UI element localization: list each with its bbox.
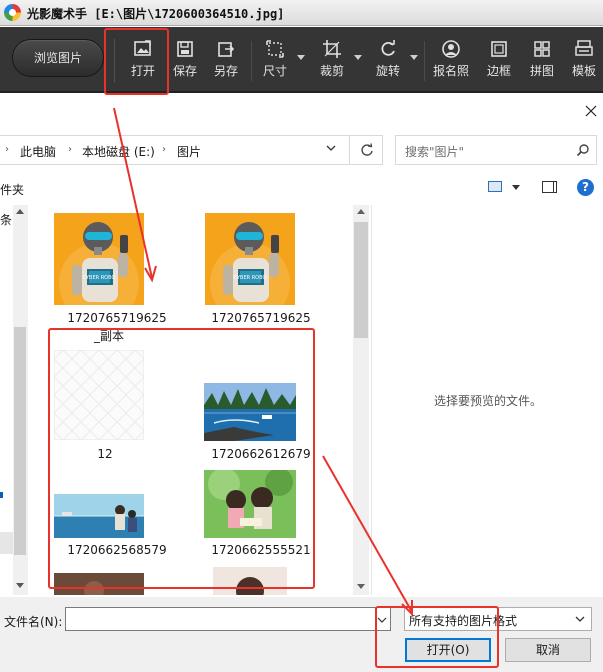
toolbar-divider (251, 41, 252, 81)
chevron-down-icon[interactable] (297, 55, 305, 60)
app-toolbar: 浏览图片 打开 保存 另存 尺寸 裁剪 旋转 报名照 边框 拼图 模板 (0, 27, 603, 93)
resize-label: 尺寸 (262, 64, 287, 78)
save-icon (177, 41, 193, 57)
frame-button[interactable]: 边框 (482, 35, 516, 85)
chevron-down-icon[interactable] (512, 185, 520, 190)
filename-input[interactable] (65, 607, 375, 631)
scroll-up-icon[interactable] (16, 209, 24, 214)
close-icon[interactable] (583, 103, 599, 119)
file-item[interactable]: CYBER ROBO 1720765719625 _副本 (52, 213, 182, 343)
collage-icon (534, 41, 550, 57)
help-icon[interactable]: ? (577, 179, 594, 196)
refresh-icon (361, 143, 373, 156)
toolbar-divider (424, 41, 425, 81)
frame-icon (491, 41, 507, 57)
id-photo-button[interactable]: 报名照 (431, 35, 471, 85)
save-button[interactable]: 保存 (168, 35, 202, 85)
preview-pane: 选择要预览的文件。 (371, 205, 603, 595)
preview-hint: 选择要预览的文件。 (433, 394, 542, 408)
chevron-right-icon: › (5, 144, 9, 155)
resize-button[interactable]: 尺寸 (258, 35, 305, 85)
search-icon (576, 144, 589, 157)
chevron-down-icon[interactable] (354, 55, 362, 60)
file-name: 1720765719625 (67, 311, 167, 325)
annotation-highlight-open-button (375, 606, 499, 668)
nav-item-fragment[interactable]: 条 (0, 211, 12, 228)
view-mode-icon[interactable] (488, 181, 502, 192)
chevron-down-icon[interactable] (410, 55, 418, 60)
template-icon (575, 40, 593, 56)
resize-icon (266, 40, 284, 58)
nav-selection-marker (0, 492, 3, 498)
robot-thumbnail-copy: CYBER ROBO (54, 213, 144, 305)
file-name: 1720765719625 (211, 311, 311, 325)
chevron-down-icon[interactable] (325, 142, 337, 154)
svg-text:CYBER ROBO: CYBER ROBO (234, 275, 267, 281)
app-logo-icon (4, 4, 21, 21)
annotation-highlight-open (104, 28, 169, 95)
breadcrumb-pictures[interactable]: 图片 (177, 143, 201, 160)
address-bar[interactable]: › 此电脑 › 本地磁盘 (E:) › 图片 (0, 135, 383, 165)
preview-pane-icon[interactable] (542, 181, 557, 193)
search-placeholder: 搜索"图片" (405, 145, 465, 159)
new-folder-button[interactable]: 件夹 (0, 181, 24, 198)
filename-label: 文件名(N): (4, 615, 63, 629)
id-photo-label: 报名照 (432, 64, 469, 78)
template-label: 模板 (571, 64, 596, 78)
scroll-down-icon[interactable] (357, 584, 365, 589)
collage-label: 拼图 (529, 64, 554, 78)
crop-button[interactable]: 裁剪 (315, 35, 362, 85)
file-list-scrollbar-thumb[interactable] (354, 222, 368, 338)
cancel-button[interactable]: 取消 (505, 638, 591, 662)
collage-button[interactable]: 拼图 (525, 35, 559, 85)
crop-icon (323, 40, 341, 58)
breadcrumb-this-pc[interactable]: 此电脑 (20, 143, 56, 160)
template-button[interactable]: 模板 (567, 35, 601, 85)
file-item[interactable]: CYBER ROBO 1720765719625 (186, 213, 316, 333)
nav-scrollbar-thumb[interactable] (14, 327, 26, 555)
browse-images-button[interactable]: 浏览图片 (12, 39, 104, 77)
rotate-icon (381, 40, 395, 56)
save-label: 保存 (172, 64, 197, 78)
save-as-label: 另存 (213, 64, 238, 78)
breadcrumb-local-disk[interactable]: 本地磁盘 (E:) (82, 143, 155, 160)
id-photo-icon (442, 40, 460, 58)
save-as-button[interactable]: 另存 (209, 35, 243, 85)
chevron-down-icon (575, 616, 585, 622)
chevron-right-icon: › (162, 144, 166, 155)
rotate-label: 旋转 (375, 64, 400, 78)
robot-thumbnail: CYBER ROBO (205, 213, 295, 305)
app-title-bar: 光影魔术手 [E:\图片\1720600364510.jpg] (0, 0, 603, 26)
frame-label: 边框 (486, 64, 511, 78)
search-box[interactable]: 搜索"图片" (395, 135, 597, 165)
chevron-right-icon: › (68, 144, 72, 155)
refresh-button[interactable] (349, 136, 382, 164)
save-as-icon (218, 42, 235, 57)
nav-item-selected[interactable] (0, 532, 13, 554)
annotation-highlight-files (48, 328, 315, 589)
svg-text:CYBER ROBO: CYBER ROBO (83, 275, 116, 281)
scroll-down-icon[interactable] (16, 583, 24, 588)
crop-label: 裁剪 (319, 64, 344, 78)
scroll-up-icon[interactable] (357, 209, 365, 214)
window-title: 光影魔术手 [E:\图片\1720600364510.jpg] (27, 7, 285, 21)
rotate-button[interactable]: 旋转 (371, 35, 418, 85)
